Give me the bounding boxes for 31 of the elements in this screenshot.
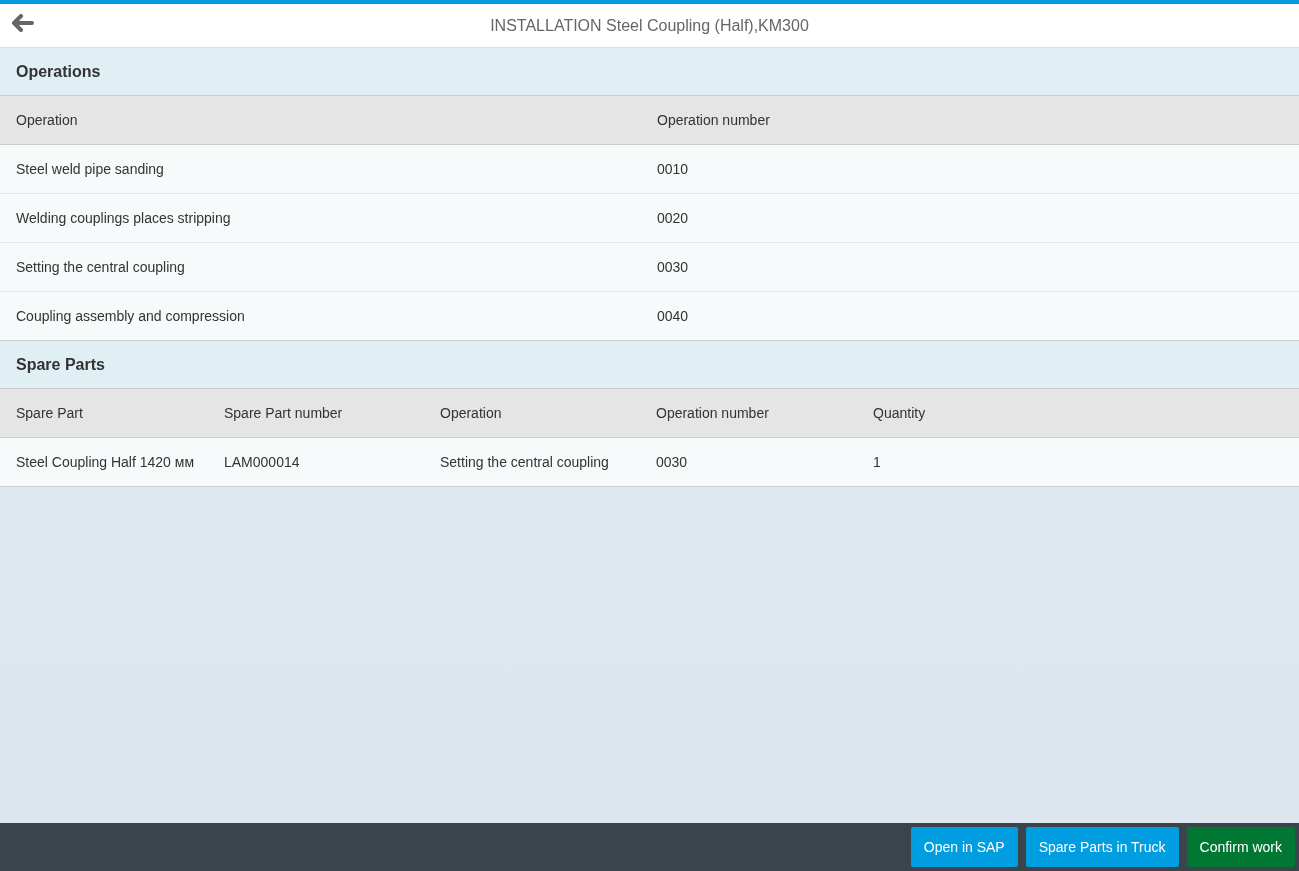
table-row[interactable]: Coupling assembly and compression 0040 — [0, 292, 1299, 341]
table-cell-text: Coupling assembly and compression — [16, 308, 246, 324]
table-cell-text: 1 — [873, 454, 882, 470]
column-header: Spare Part number — [224, 405, 344, 421]
column-header: Operation — [440, 405, 503, 421]
table-cell-text: 0020 — [657, 210, 690, 226]
page-title: INSTALLATION Steel Coupling (Half),KM300 — [490, 16, 809, 35]
column-header: Operation number — [657, 112, 771, 128]
section-title-text: Operations — [16, 62, 101, 81]
table-cell-text: Setting the central coupling — [16, 259, 186, 275]
table-cell-text: Setting the central coupling — [440, 454, 610, 470]
table-row[interactable]: Welding couplings places stripping 0020 — [0, 194, 1299, 243]
table-cell-text: Welding couplings places stripping — [16, 210, 232, 226]
table-cell-text: 0040 — [657, 308, 690, 324]
footer-button[interactable]: Confirm work — [1186, 827, 1295, 867]
column-header: Operation number — [656, 405, 770, 421]
back-button[interactable] — [10, 14, 34, 32]
column-header: Operation — [16, 112, 79, 128]
table-cell-text: 0010 — [657, 161, 690, 177]
table-cell-text: 0030 — [656, 454, 689, 470]
column-header: Spare Part — [16, 405, 84, 421]
table-cell-text: Steel Coupling Half 1420 мм — [16, 454, 196, 470]
back-arrow-icon — [10, 14, 34, 32]
section-title-text: Spare Parts — [16, 355, 105, 374]
table-cell-text: 0030 — [657, 259, 690, 275]
table-row[interactable]: Steel Coupling Half 1420 мм LAM000014 Setting the central coupling 0030 1 — [0, 438, 1299, 487]
table-cell-text: LAM000014 — [224, 454, 301, 470]
table-row[interactable]: Steel weld pipe sanding 0010 — [0, 145, 1299, 194]
table-cell-text: Steel weld pipe sanding — [16, 161, 165, 177]
table-row[interactable]: Setting the central coupling 0030 — [0, 243, 1299, 292]
column-header: Quantity — [873, 405, 927, 421]
